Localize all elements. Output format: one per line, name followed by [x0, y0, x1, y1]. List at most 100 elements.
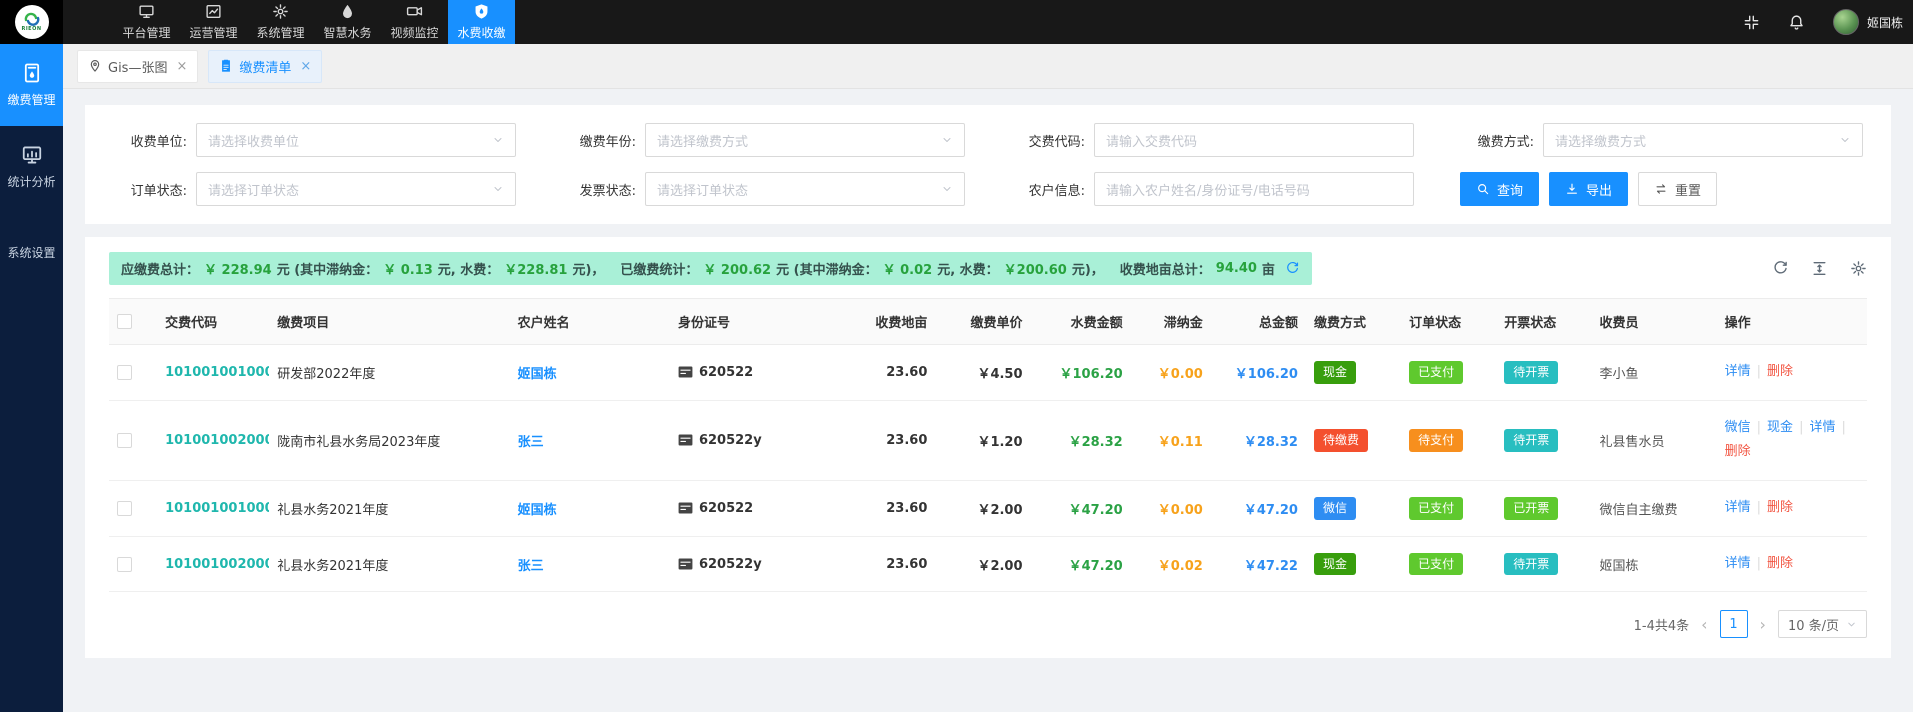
filter-input-field[interactable]: 请输入交费代码	[1094, 123, 1414, 157]
column-header-collector: 收费员	[1591, 299, 1716, 345]
next-page-button[interactable]: ›	[1758, 615, 1768, 634]
cell-pay_method: 待缴费	[1306, 400, 1401, 480]
action-delete[interactable]: 删除	[1767, 500, 1793, 515]
order_status-badge: 已支付	[1409, 361, 1463, 383]
topnav-item-label: 智慧水务	[323, 24, 371, 41]
action-delete[interactable]: 删除	[1725, 444, 1751, 459]
cell-area: 23.60	[845, 536, 935, 592]
cell-farmer[interactable]: 姬国栋	[510, 345, 670, 401]
summary-segment: ￥ 228.94	[204, 259, 272, 278]
table-toolbar	[1772, 260, 1867, 277]
cell-code[interactable]: 1010010020001	[157, 536, 269, 592]
tab-bar: Gis—张图× 缴费清单 ×	[63, 44, 1913, 89]
filter-item-1-1: 发票状态:请选择订单状态	[562, 172, 965, 206]
filter-select-field[interactable]: 请选择缴费方式	[645, 123, 965, 157]
action-delete[interactable]: 删除	[1767, 364, 1793, 379]
action-link[interactable]: 详情	[1725, 500, 1751, 515]
summary-segment: 94.40	[1216, 261, 1257, 276]
row-height-icon[interactable]	[1811, 260, 1828, 277]
export-button[interactable]: 导出	[1549, 172, 1628, 206]
sidebar-item-3[interactable]: 系统设置	[0, 208, 63, 290]
sidebar-item-label: 统计分析	[7, 173, 55, 190]
topnav-item-1[interactable]: 平台管理	[113, 0, 180, 44]
avatar	[1833, 9, 1859, 35]
cell-farmer[interactable]: 姬国栋	[510, 481, 670, 537]
cell-code[interactable]: 1010010010001	[157, 345, 269, 401]
logo-swirl-icon	[23, 12, 41, 26]
action-link[interactable]: 详情	[1725, 556, 1751, 571]
cell-farmer[interactable]: 张三	[510, 400, 670, 480]
chevron-down-icon	[941, 134, 953, 146]
row-checkbox[interactable]	[117, 501, 132, 516]
row-checkbox[interactable]	[117, 557, 132, 572]
query-button[interactable]: 查询	[1460, 172, 1539, 206]
fullscreen-icon[interactable]	[1743, 14, 1760, 31]
reset-button[interactable]: 重置	[1638, 172, 1717, 206]
filter-label: 收费单位:	[113, 131, 187, 150]
topnav-item-2[interactable]: 运营管理	[180, 0, 247, 44]
topnav-item-label: 视频监控	[390, 24, 438, 41]
cell-invoice_status: 待开票	[1496, 400, 1591, 480]
action-delete[interactable]: 删除	[1767, 556, 1793, 571]
filter-label: 缴费年份:	[562, 131, 636, 150]
action-link[interactable]: 现金	[1767, 420, 1793, 435]
column-header-project: 缴费项目	[269, 299, 509, 345]
chevron-down-icon	[941, 183, 953, 195]
id-card-number: 620522y	[699, 557, 762, 572]
page-size-select[interactable]: 10 条/页	[1778, 610, 1867, 638]
prev-page-button[interactable]: ‹	[1699, 615, 1709, 634]
action-separator: |	[1757, 556, 1761, 571]
column-header-pay_method: 缴费方式	[1306, 299, 1401, 345]
filter-placeholder: 请选择收费单位	[208, 131, 299, 150]
topnav-item-5[interactable]: 视频监控	[381, 0, 448, 44]
cell-code[interactable]: 1010010010001	[157, 481, 269, 537]
chevron-down-icon	[492, 134, 504, 146]
page-number-1[interactable]: 1	[1720, 610, 1748, 638]
filter-label: 农户信息:	[1011, 180, 1085, 199]
topnav-item-4[interactable]: 智慧水务	[314, 0, 381, 44]
action-link[interactable]: 微信	[1725, 420, 1751, 435]
tab-close-icon[interactable]: ×	[300, 59, 311, 74]
sidebar-item-1[interactable]: 缴费管理	[0, 44, 63, 126]
pay_method-badge: 微信	[1314, 497, 1356, 519]
table-body: 1010010010001研发部2022年度姬国栋62052223.60￥4.5…	[109, 345, 1867, 592]
action-separator: |	[1799, 420, 1803, 435]
tab-2[interactable]: 缴费清单 ×	[208, 50, 322, 83]
collapse-sidebar-button[interactable]	[63, 0, 113, 44]
cell-id_card: 620522y	[670, 400, 845, 480]
tab-label: 缴费清单	[239, 57, 291, 76]
topnav-item-3[interactable]: 系统管理	[247, 0, 314, 44]
summary-segment: 元, 水费：	[438, 259, 499, 278]
topnav-item-6[interactable]: 水费收缴	[448, 0, 515, 44]
sidebar-item-2[interactable]: 统计分析	[0, 126, 63, 208]
bell-icon[interactable]	[1788, 14, 1805, 31]
user-menu[interactable]: 姬国栋	[1833, 9, 1903, 35]
filter-select-field[interactable]: 请选择订单状态	[196, 172, 516, 206]
action-link[interactable]: 详情	[1809, 420, 1835, 435]
refresh-icon[interactable]	[1772, 260, 1789, 277]
row-checkbox[interactable]	[117, 365, 132, 380]
filter-placeholder: 请选择订单状态	[208, 180, 299, 199]
filter-select-field[interactable]: 请选择收费单位	[196, 123, 516, 157]
cell-total: ￥106.20	[1211, 345, 1306, 401]
filter-select-field[interactable]: 请选择订单状态	[645, 172, 965, 206]
action-separator: |	[1841, 420, 1845, 435]
tab-close-icon[interactable]: ×	[176, 59, 187, 74]
export-download-icon	[1565, 182, 1579, 196]
row-checkbox[interactable]	[117, 433, 132, 448]
filter-input-field[interactable]: 请输入农户姓名/身份证号/电话号码	[1094, 172, 1414, 206]
cell-total: ￥47.22	[1211, 536, 1306, 592]
filter-select-field[interactable]: 请选择缴费方式	[1543, 123, 1863, 157]
cell-unit_price: ￥1.20	[935, 400, 1030, 480]
select-all-checkbox[interactable]	[117, 314, 132, 329]
tab-1[interactable]: Gis—张图×	[77, 50, 198, 83]
cell-unit_price: ￥2.00	[935, 481, 1030, 537]
cell-farmer[interactable]: 张三	[510, 536, 670, 592]
summary-segment: 亩	[1262, 259, 1275, 278]
column-settings-icon[interactable]	[1850, 260, 1867, 277]
summary-refresh-icon[interactable]	[1285, 261, 1300, 276]
pay_method-badge: 现金	[1314, 361, 1356, 383]
cell-code[interactable]: 1010010020001	[157, 400, 269, 480]
action-link[interactable]: 详情	[1725, 364, 1751, 379]
user-name: 姬国栋	[1867, 14, 1903, 31]
